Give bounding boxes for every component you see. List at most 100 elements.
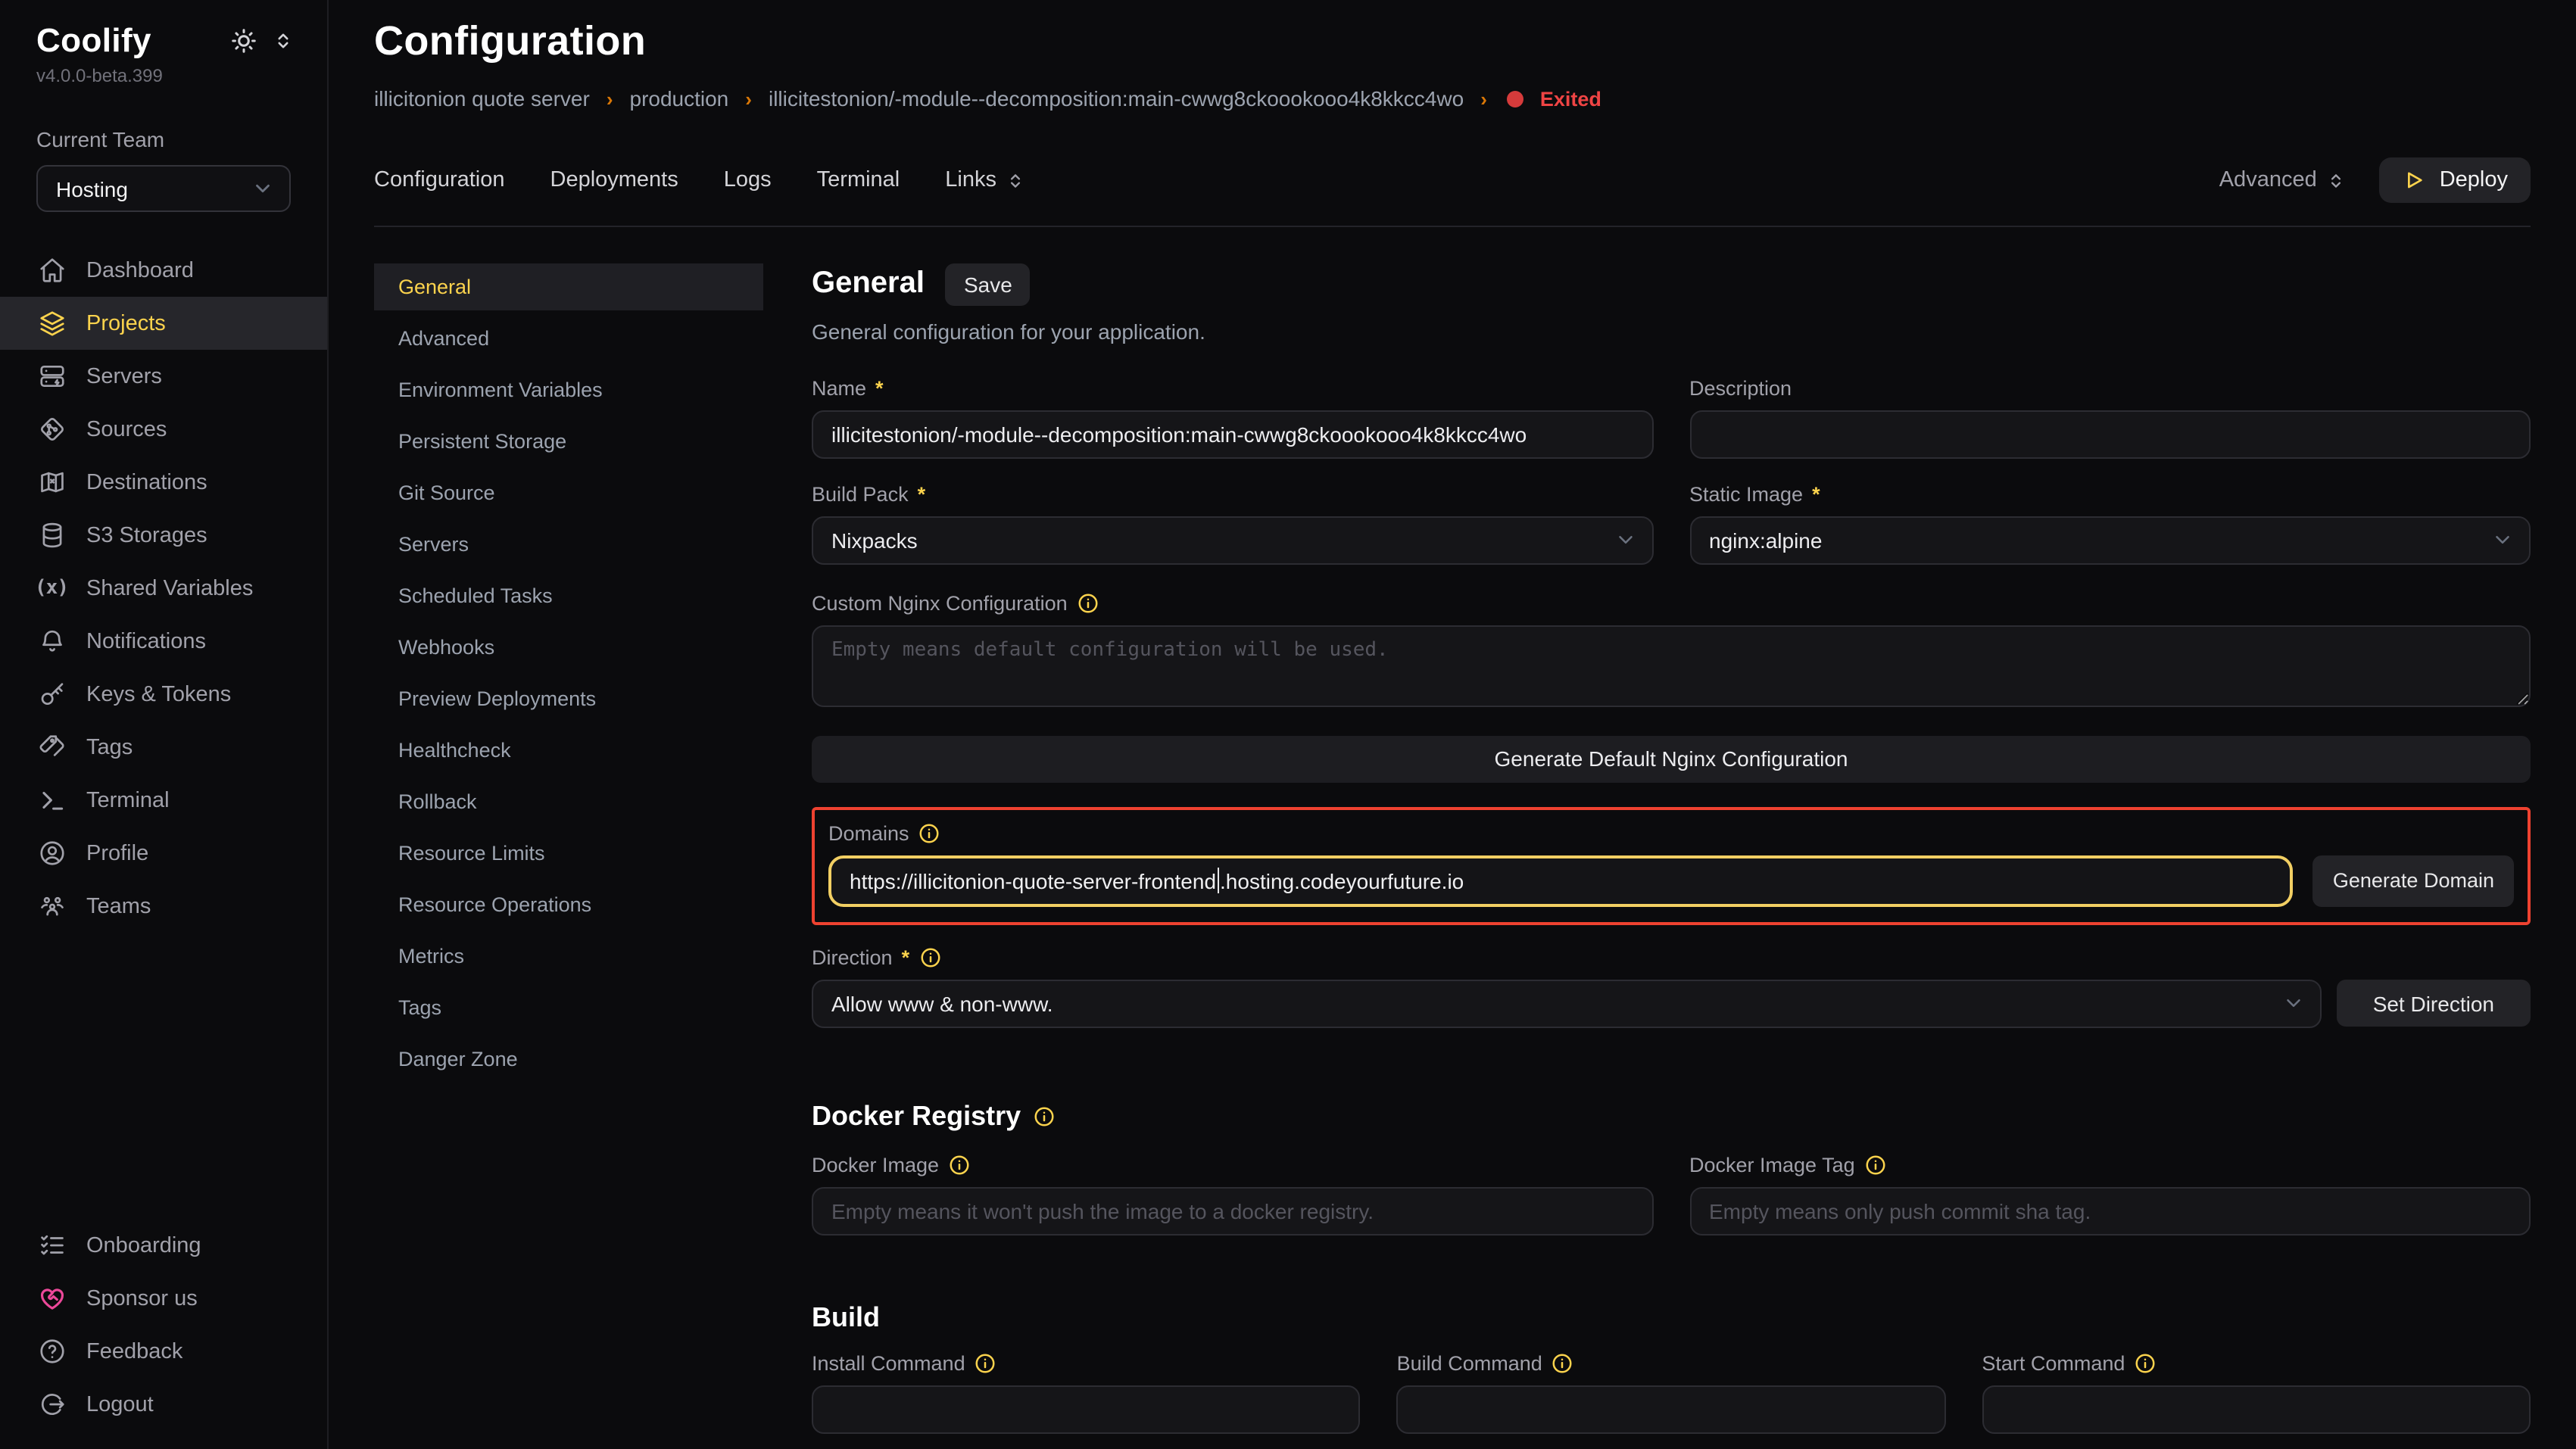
generate-domain-button[interactable]: Generate Domain <box>2313 855 2514 907</box>
section-nav-tags[interactable]: Tags <box>374 984 763 1031</box>
sidebar-item-sponsor-us[interactable]: Sponsor us <box>0 1272 327 1325</box>
info-icon[interactable] <box>1033 1105 1056 1128</box>
section-nav-advanced[interactable]: Advanced <box>374 315 763 362</box>
info-icon[interactable] <box>975 1352 997 1375</box>
section-nav-metrics[interactable]: Metrics <box>374 933 763 980</box>
name-input[interactable] <box>812 410 1653 459</box>
section-nav-healthcheck[interactable]: Healthcheck <box>374 727 763 774</box>
section-nav: General Advanced Environment Variables P… <box>374 263 763 1449</box>
section-nav-servers[interactable]: Servers <box>374 521 763 568</box>
text-caret <box>1217 868 1219 894</box>
deploy-button[interactable]: Deploy <box>2379 157 2531 203</box>
variables-icon: (x) <box>36 573 67 603</box>
domains-input[interactable]: https://illicitonion-quote-server-fronte… <box>828 855 2294 907</box>
chevron-right-icon: › <box>607 87 613 110</box>
tab-links[interactable]: Links <box>945 168 1025 192</box>
section-nav-preview-deployments[interactable]: Preview Deployments <box>374 675 763 722</box>
docker-image-tag-input[interactable] <box>1689 1187 2531 1236</box>
description-input[interactable] <box>1689 410 2531 459</box>
theme-toggle-sun-icon[interactable] <box>230 27 257 55</box>
tab-configuration[interactable]: Configuration <box>374 168 505 192</box>
user-circle-icon <box>36 838 67 868</box>
direction-select[interactable]: Allow www & non-www. <box>812 980 2322 1028</box>
docker-image-tag-label: Docker Image Tag <box>1689 1154 1855 1176</box>
tab-terminal[interactable]: Terminal <box>817 168 900 192</box>
info-icon[interactable] <box>1552 1352 1574 1375</box>
build-pack-select[interactable]: Nixpacks <box>812 516 1653 565</box>
section-nav-resource-operations[interactable]: Resource Operations <box>374 881 763 928</box>
sidebar-item-tags[interactable]: Tags <box>0 721 327 774</box>
users-icon <box>36 891 67 921</box>
sidebar-item-sources[interactable]: Sources <box>0 403 327 456</box>
custom-nginx-textarea[interactable] <box>812 625 2531 707</box>
coolify-app: Coolify v4.0.0-beta.399 Current Team Hos… <box>0 0 2576 1449</box>
main-area: Configuration illicitonion quote server … <box>329 0 2576 1449</box>
sidebar-item-destinations[interactable]: Destinations <box>0 456 327 509</box>
advanced-select[interactable]: Advanced <box>2219 168 2346 192</box>
info-icon[interactable] <box>2134 1352 2157 1375</box>
sidebar-item-profile[interactable]: Profile <box>0 827 327 880</box>
section-nav-environment-variables[interactable]: Environment Variables <box>374 366 763 413</box>
key-icon <box>36 679 67 709</box>
logout-icon <box>36 1389 67 1419</box>
sidebar-item-logout[interactable]: Logout <box>0 1378 327 1431</box>
sidebar-item-feedback[interactable]: Feedback <box>0 1325 327 1378</box>
sidebar-item-teams[interactable]: Teams <box>0 880 327 933</box>
start-command-input[interactable] <box>1982 1385 2531 1434</box>
docker-image-input[interactable] <box>812 1187 1653 1236</box>
static-image-select[interactable]: nginx:alpine <box>1689 516 2531 565</box>
set-direction-button[interactable]: Set Direction <box>2337 980 2531 1027</box>
start-command-label: Start Command <box>1982 1352 2125 1375</box>
section-nav-resource-limits[interactable]: Resource Limits <box>374 830 763 877</box>
generate-nginx-button[interactable]: Generate Default Nginx Configuration <box>812 736 2531 783</box>
build-heading: Build <box>812 1302 880 1334</box>
tab-deployments[interactable]: Deployments <box>550 168 678 192</box>
section-nav-rollback[interactable]: Rollback <box>374 778 763 825</box>
info-icon[interactable] <box>1864 1154 1887 1176</box>
info-icon[interactable] <box>918 946 941 969</box>
breadcrumb-project[interactable]: illicitonion quote server <box>374 86 590 111</box>
required-asterisk: * <box>1812 483 1820 506</box>
sidebar-item-shared-variables[interactable]: (x) Shared Variables <box>0 562 327 615</box>
save-button[interactable]: Save <box>946 263 1031 306</box>
team-select-value: Hosting <box>56 176 251 201</box>
install-command-input[interactable] <box>812 1385 1361 1434</box>
database-icon <box>36 520 67 550</box>
section-heading: General <box>812 267 925 302</box>
team-select[interactable]: Hosting <box>36 165 291 212</box>
sidebar-item-projects[interactable]: Projects <box>0 297 327 350</box>
sidebar-item-onboarding[interactable]: Onboarding <box>0 1219 327 1272</box>
sidebar-item-dashboard[interactable]: Dashboard <box>0 244 327 297</box>
sidebar: Coolify v4.0.0-beta.399 Current Team Hos… <box>0 0 329 1449</box>
chevrons-up-down-icon <box>1006 170 1025 190</box>
info-icon[interactable] <box>1077 592 1099 615</box>
sidebar-item-notifications[interactable]: Notifications <box>0 615 327 668</box>
sidebar-nav: Dashboard Projects Servers Sources Desti… <box>0 244 327 933</box>
section-nav-persistent-storage[interactable]: Persistent Storage <box>374 418 763 465</box>
help-circle-icon <box>36 1336 67 1366</box>
domains-label: Domains <box>828 822 909 845</box>
sidebar-item-servers[interactable]: Servers <box>0 350 327 403</box>
tab-logs[interactable]: Logs <box>724 168 772 192</box>
section-nav-danger-zone[interactable]: Danger Zone <box>374 1036 763 1083</box>
servers-icon <box>36 361 67 391</box>
breadcrumb-application[interactable]: illicitestonion/-module--decomposition:m… <box>769 86 1464 111</box>
info-icon[interactable] <box>948 1154 971 1176</box>
breadcrumb-environment[interactable]: production <box>630 86 729 111</box>
section-nav-general[interactable]: General <box>374 263 763 310</box>
sidebar-item-terminal[interactable]: Terminal <box>0 774 327 827</box>
sidebar-item-keys-tokens[interactable]: Keys & Tokens <box>0 668 327 721</box>
section-nav-git-source[interactable]: Git Source <box>374 469 763 516</box>
sidebar-collapse-chevrons-icon[interactable] <box>273 30 294 51</box>
chevron-down-icon <box>251 177 274 200</box>
section-nav-webhooks[interactable]: Webhooks <box>374 624 763 671</box>
sidebar-item-s3-storages[interactable]: S3 Storages <box>0 509 327 562</box>
required-asterisk: * <box>918 483 926 506</box>
section-nav-scheduled-tasks[interactable]: Scheduled Tasks <box>374 572 763 619</box>
required-asterisk: * <box>875 377 884 400</box>
status-badge: Exited <box>1540 87 1601 110</box>
sidebar-spacer <box>0 933 327 1219</box>
info-icon[interactable] <box>918 822 941 845</box>
build-command-input[interactable] <box>1397 1385 1946 1434</box>
general-form: General Save General configuration for y… <box>812 263 2531 1449</box>
